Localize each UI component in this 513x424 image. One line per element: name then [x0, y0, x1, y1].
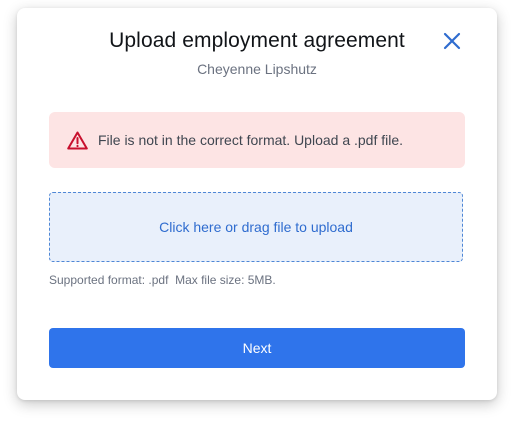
- close-icon: [443, 32, 461, 50]
- dropzone-label[interactable]: Click here or drag file to upload: [159, 219, 353, 235]
- error-alert: File is not in the correct format. Uploa…: [49, 112, 465, 168]
- next-button[interactable]: Next: [49, 328, 465, 368]
- upload-hint: Supported format: .pdf Max file size: 5M…: [49, 273, 276, 287]
- upload-modal: Upload employment agreement Cheyenne Lip…: [17, 8, 497, 400]
- modal-subtitle: Cheyenne Lipshutz: [197, 61, 317, 77]
- alert-message: File is not in the correct format. Uploa…: [98, 132, 404, 148]
- close-button[interactable]: [441, 30, 463, 52]
- warning-triangle-icon: [67, 131, 88, 150]
- file-dropzone[interactable]: Click here or drag file to upload: [49, 192, 463, 262]
- modal-title: Upload employment agreement: [109, 29, 405, 52]
